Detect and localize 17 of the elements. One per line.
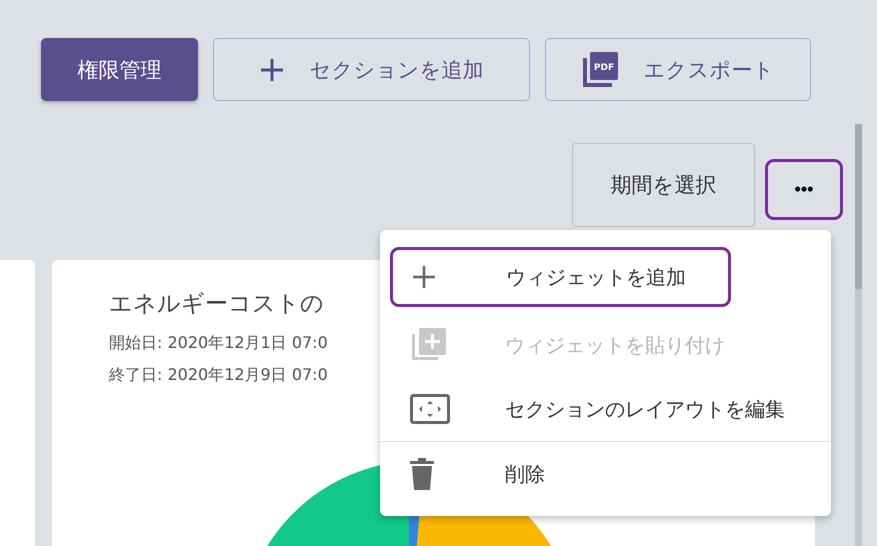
scrollbar[interactable] [855,124,862,546]
add-section-button[interactable]: セクションを追加 [213,38,530,101]
menu-item[interactable]: ウィジェットを追加 [390,247,731,307]
plus-icon [260,58,284,82]
layout-frame-icon [410,394,450,424]
trash-icon [410,458,434,490]
card-title: エネルギーコストの [109,290,324,319]
plus-icon [411,264,437,290]
copy-add-icon [410,328,446,362]
menu-item[interactable]: 削除 [380,441,831,506]
date-range-text: 終了日: 2020年12月9日 07:0 [109,364,328,386]
permissions-button[interactable]: 権限管理 [41,38,198,101]
date-range-text: 開始日: 2020年12月1日 07:0 [109,332,328,354]
more-button[interactable]: ••• [765,159,843,220]
menu-item[interactable]: セクションのレイアウトを編集 [380,377,831,441]
export-button[interactable]: PDF エクスポート [545,38,811,101]
period-select-button[interactable]: 期間を選択 [572,143,755,227]
